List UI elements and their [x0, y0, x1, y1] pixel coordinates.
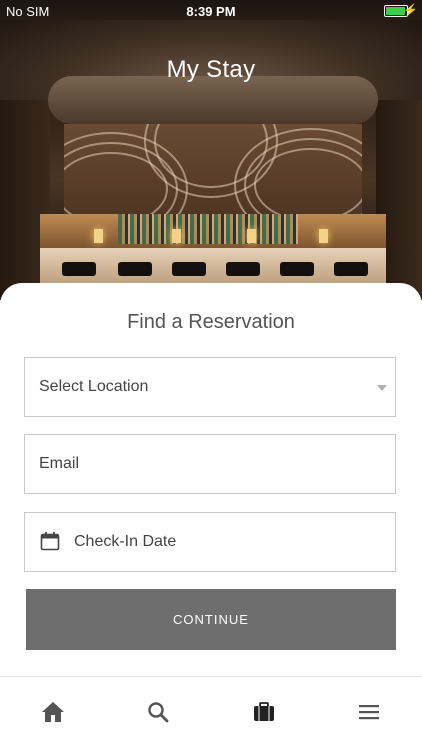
home-icon	[42, 702, 64, 722]
email-field-placeholder: Email	[39, 455, 80, 472]
status-bar: No SIM 8:39 PM ⚡	[0, 0, 422, 22]
calendar-icon	[40, 532, 60, 551]
checkin-date-placeholder: Check-In Date	[74, 533, 177, 550]
email-field[interactable]: Email	[24, 434, 396, 494]
search-icon	[148, 702, 169, 723]
hero-stool	[62, 262, 96, 276]
hero-lamp	[94, 229, 103, 243]
tab-home[interactable]	[38, 697, 68, 727]
briefcase-icon	[254, 702, 274, 721]
page-title: My Stay	[166, 56, 256, 83]
chevron-down-icon	[377, 385, 387, 391]
tab-menu[interactable]	[354, 697, 384, 727]
continue-button[interactable]: CONTINUE	[26, 589, 396, 650]
hero-stool	[172, 262, 206, 276]
tab-my-stay[interactable]	[249, 697, 279, 727]
menu-icon	[359, 705, 379, 720]
location-select-placeholder: Select Location	[39, 378, 149, 395]
hero-stool	[226, 262, 260, 276]
hero-stool	[334, 262, 368, 276]
hero-stool	[118, 262, 152, 276]
tab-search[interactable]	[143, 697, 173, 727]
checkin-date-field[interactable]: Check-In Date	[24, 512, 396, 572]
hero-art-wall	[64, 124, 362, 220]
hero-stool	[280, 262, 314, 276]
hero-image	[0, 0, 422, 300]
location-select[interactable]: Select Location	[24, 357, 396, 417]
charging-icon: ⚡	[403, 3, 418, 17]
hero-lamp	[319, 229, 328, 243]
form-heading: Find a Reservation	[127, 311, 295, 333]
status-time: 8:39 PM	[186, 4, 236, 19]
tab-bar	[0, 676, 422, 751]
reservation-card: Find a Reservation Select Location Email…	[0, 283, 422, 678]
hero-bottles	[118, 214, 298, 244]
hero-lamp	[247, 229, 256, 243]
hero-lamp	[172, 229, 181, 243]
